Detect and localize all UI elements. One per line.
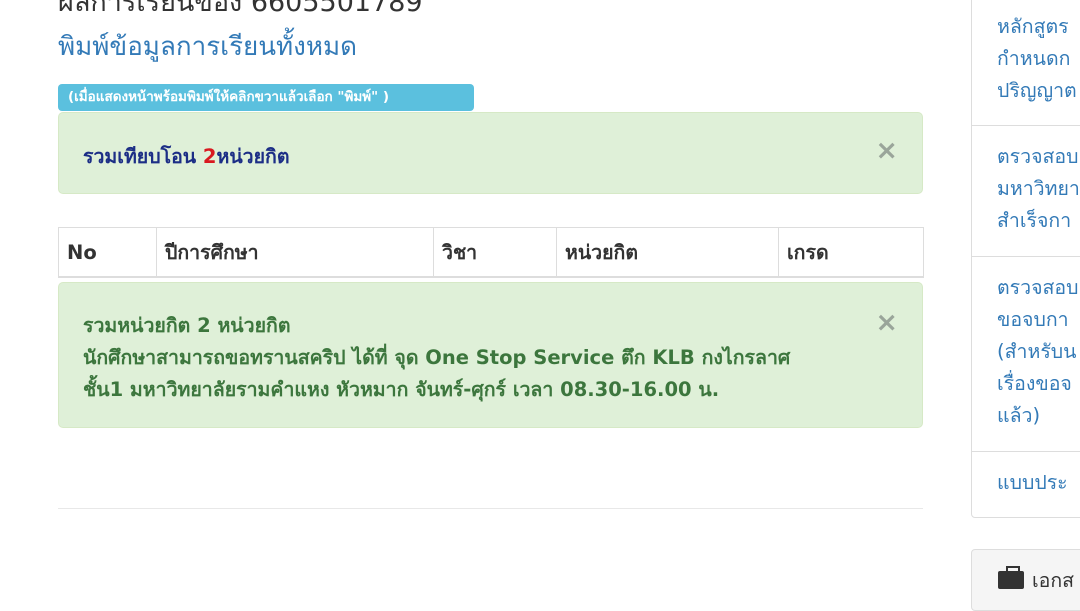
col-credits: หน่วยกิต — [556, 227, 779, 278]
sidebar-item-line: ขอจบกา — [997, 308, 1069, 331]
sidebar-item-line: แบบประ — [997, 471, 1068, 494]
print-all-link[interactable]: พิมพ์ข้อมูลการเรียนทั้งหมด — [58, 26, 357, 67]
documents-panel: เอกส — [971, 549, 1080, 611]
sidebar-item-line: เรื่องขอจ — [997, 372, 1072, 395]
sidebar-item-curriculum[interactable]: หลักสูตร กำหนดก ปริญญาต — [972, 0, 1080, 126]
sidebar-item-line: ตรวจสอบ — [997, 276, 1079, 299]
col-no: No — [58, 227, 157, 278]
transfer-suffix: หน่วยกิต — [216, 145, 290, 168]
print-hint-label: (เมื่อแสดงหน้าพร้อมพิมพ์ให้คลิกขวาแล้วเล… — [58, 84, 474, 111]
sidebar-item-line: หลักสูตร — [997, 15, 1069, 38]
sidebar-item-line: มหาวิทยา — [997, 177, 1080, 200]
total-credits-alert: รวมหน่วยกิต 2 หน่วยกิต นักศึกษาสามารถขอท… — [58, 282, 923, 428]
transcript-info-line2: ชั้น1 มหาวิทยาลัยรามคำแหง หัวหมาก จันทร์… — [83, 378, 720, 401]
transcript-info-line1: นักศึกษาสามารถขอทรานสคริป ได้ที่ จุด One… — [83, 346, 791, 369]
sidebar-item-line: ปริญญาต — [997, 79, 1077, 102]
transfer-credits-text: รวมเทียบโอน 2หน่วยกิต — [83, 141, 290, 172]
close-icon[interactable]: × — [875, 137, 898, 164]
transfer-credits-value: 2 — [202, 145, 217, 168]
page-heading: ผลการเรียนของ 6605501789 — [58, 0, 423, 18]
close-icon[interactable]: × — [875, 309, 898, 336]
col-academic-year: ปีการศึกษา — [156, 227, 434, 278]
grades-table: No ปีการศึกษา วิชา หน่วยกิต เกรด — [58, 227, 924, 278]
transfer-credits-alert: รวมเทียบโอน 2หน่วยกิต × — [58, 112, 923, 194]
sidebar-item-check-completion-request[interactable]: ตรวจสอบ ขอจบกา (สำหรับน เรื่องขอจ แล้ว) — [972, 257, 1080, 452]
sidebar-item-line: กำหนดก — [997, 47, 1071, 70]
transfer-prefix: รวมเทียบโอน — [83, 145, 203, 168]
documents-panel-heading: เอกส — [1032, 569, 1075, 592]
briefcase-icon — [998, 566, 1024, 589]
sidebar-item-line: ตรวจสอบ — [997, 145, 1079, 168]
sidebar-item-check-graduation[interactable]: ตรวจสอบ มหาวิทยา สำเร็จกา — [972, 126, 1080, 257]
sidebar-item-line: สำเร็จกา — [997, 209, 1072, 232]
sidebar-item-line: (สำหรับน — [997, 340, 1077, 363]
sidebar-item-line: แล้ว) — [997, 404, 1041, 427]
sidebar-item-form[interactable]: แบบประ — [972, 452, 1080, 517]
col-course: วิชา — [433, 227, 557, 278]
total-credits-text: รวมหน่วยกิต 2 หน่วยกิต — [83, 314, 291, 337]
table-header-row: No ปีการศึกษา วิชา หน่วยกิต เกรด — [58, 227, 924, 278]
sidebar-menu: หลักสูตร กำหนดก ปริญญาต ตรวจสอบ มหาวิทยา… — [971, 0, 1080, 518]
col-grade: เกรด — [778, 227, 924, 278]
divider — [58, 508, 923, 509]
